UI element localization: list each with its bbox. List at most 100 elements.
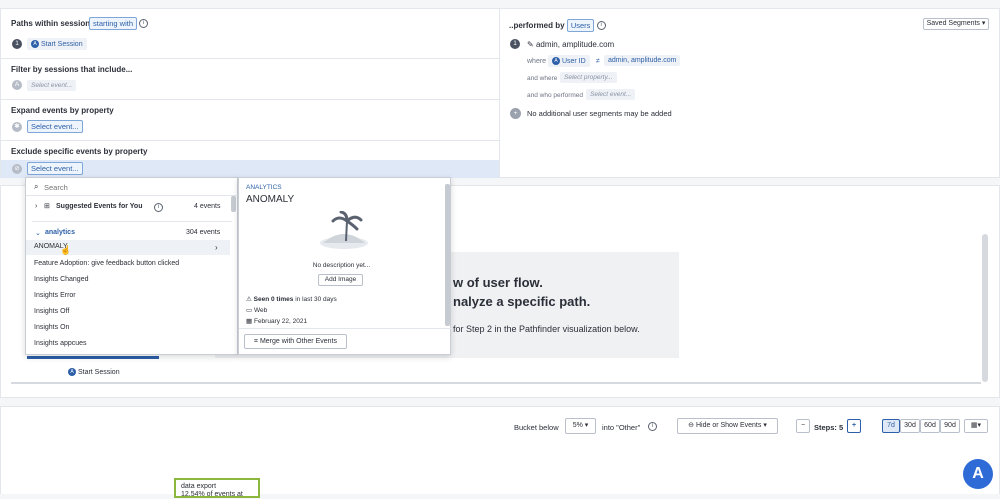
segment-name: admin, amplitude.com (535, 40, 615, 49)
range-7d[interactable]: 7d (882, 419, 900, 433)
performed-title: ..performed by (509, 21, 565, 30)
start-bar (27, 356, 159, 359)
user-id-chip[interactable]: A User ID (548, 55, 590, 67)
hand-cursor-icon: ☝ (60, 245, 72, 255)
chevron-down-icon: ▾ (981, 20, 986, 27)
chart-scrollbar[interactable] (982, 234, 988, 382)
chevron-right-icon[interactable]: › (35, 203, 37, 210)
warning-icon: ⚠ (246, 296, 252, 303)
platform: Web (253, 307, 268, 314)
no-description: No description yet... (312, 262, 371, 269)
list-item[interactable]: Feature Adoption: give feedback button c… (34, 260, 179, 267)
exclude-select[interactable]: Select event... (27, 162, 83, 175)
node-title: data export (181, 483, 217, 490)
start-node-label[interactable]: A Start Session (68, 368, 120, 376)
start-session-text: Start Session (77, 368, 120, 376)
seen-row: ⚠ Seen 0 times in last 30 days (246, 295, 337, 303)
platform-row: ▭ Web (246, 306, 267, 314)
detail-category: ANALYTICS (246, 184, 282, 191)
created-date: February 22, 2021 (253, 318, 308, 325)
no-more-segments: No additional user segments may be added (527, 109, 672, 118)
detail-scrollbar[interactable] (445, 184, 450, 326)
event-search-input[interactable] (44, 180, 224, 194)
mode-chip[interactable]: starting with (89, 17, 138, 30)
category-count: 304 events (186, 229, 221, 236)
calendar-dropdown[interactable]: ▦▾ (964, 419, 988, 433)
exclude-icon: ⊘ (12, 164, 22, 174)
step-number: 1 (12, 39, 22, 49)
divider (1, 140, 500, 141)
date-row: ▦ February 22, 2021 (246, 317, 307, 325)
help-icon[interactable]: A (963, 459, 993, 489)
start-session-chip[interactable]: A Start Session (27, 38, 87, 50)
equals-icon: ≠ (596, 58, 600, 65)
path-node[interactable]: data export 12.54% of events at (174, 478, 260, 498)
saved-segments-label: Saved Segments (926, 20, 980, 27)
eye-off-icon: ⊖ (688, 422, 695, 429)
saved-segments-dropdown[interactable]: Saved Segments ▾ (923, 18, 989, 30)
filter-number: A (12, 80, 22, 90)
chevron-right-icon[interactable]: › (215, 243, 218, 252)
hide-show-events-dropdown[interactable]: ⊖ Hide or Show Events ▾ (677, 418, 778, 434)
chevron-down-icon[interactable]: ⌄ (35, 229, 41, 237)
empty-state-hint: for Step 2 in the Pathfinder visualizati… (453, 324, 640, 334)
merge-events-button[interactable]: ⌗ Merge with Other Events (244, 334, 347, 349)
performed-panel: ..performed by Users i Saved Segments ▾ … (499, 8, 1000, 178)
controls-panel: Bucket below 5% ▾ into "Other" i ⊖ Hide … (0, 406, 1000, 498)
calendar-icon: ▦ (246, 318, 253, 325)
dropdown-scrollbar[interactable] (231, 196, 236, 212)
bucket-select[interactable]: 5% ▾ (565, 418, 596, 434)
crop-icon: ⌗ (254, 338, 258, 345)
empty-state-line1: w of user flow. (453, 275, 543, 290)
suggested-count: 4 events (194, 203, 221, 210)
search-icon: ⌕ (34, 182, 39, 191)
filter-select[interactable]: Select event... (27, 80, 77, 91)
range-30d[interactable]: 30d (900, 419, 920, 433)
info-icon[interactable]: i (154, 203, 163, 212)
info-icon[interactable]: i (139, 19, 148, 28)
steps-minus-button[interactable]: − (796, 419, 810, 433)
and-where-label: and where (527, 75, 558, 82)
list-item[interactable]: Insights Changed (34, 276, 88, 283)
list-item[interactable]: Insights On (34, 324, 69, 331)
who-performed-label: and who performed (527, 92, 584, 99)
exclude-title: Exclude specific events by property (11, 147, 148, 156)
performed-title-row: ..performed by Users i (509, 19, 606, 32)
chart-hscroll[interactable] (11, 382, 981, 384)
who-performed-select[interactable]: Select event... (586, 89, 636, 100)
bucket-label: Bucket below (514, 423, 559, 432)
add-image-button[interactable]: Add Image (318, 274, 363, 286)
add-segment-icon[interactable]: + (510, 108, 521, 119)
steps-plus-button[interactable]: + (847, 419, 861, 433)
segment-number: 1 (510, 39, 520, 49)
merge-label: Merge with Other Events (259, 338, 337, 345)
start-session-label: Start Session (40, 40, 83, 48)
property-select[interactable]: Select property... (560, 72, 617, 83)
range-60d[interactable]: 60d (920, 419, 940, 433)
list-item[interactable]: Insights appcues (34, 340, 87, 347)
expand-title: Expand events by property (11, 106, 114, 115)
user-value-chip[interactable]: admin, amplitude.com (604, 55, 681, 66)
user-id-label: User ID (561, 57, 586, 65)
info-icon[interactable]: i (596, 21, 606, 31)
island-illustration-icon (320, 211, 368, 249)
where-label: where (527, 58, 547, 65)
list-item[interactable]: Insights Error (34, 292, 76, 299)
seen-count: Seen 0 times (253, 296, 294, 303)
monitor-icon: ▭ (246, 307, 253, 314)
range-90d[interactable]: 90d (940, 419, 960, 433)
node-subtitle: 12.54% of events at (181, 491, 243, 498)
divider (26, 195, 239, 196)
expand-select[interactable]: Select event... (27, 120, 83, 133)
event-detail-panel: ANALYTICS ANOMALY No description yet... … (238, 177, 452, 355)
expand-icon: ✱ (12, 122, 22, 132)
suggested-label[interactable]: Suggested Events for You (56, 203, 142, 210)
list-item[interactable]: Insights Off (34, 308, 69, 315)
category-analytics[interactable]: analytics (45, 229, 75, 236)
user-icon: A (552, 57, 560, 65)
info-icon[interactable]: i (648, 422, 657, 431)
empty-state-line2: nalyze a specific path. (453, 294, 591, 309)
users-chip[interactable]: Users (566, 19, 595, 32)
detail-name: ANOMALY (246, 194, 295, 205)
segment-name-row[interactable]: ✎ admin, amplitude.com (527, 40, 614, 49)
